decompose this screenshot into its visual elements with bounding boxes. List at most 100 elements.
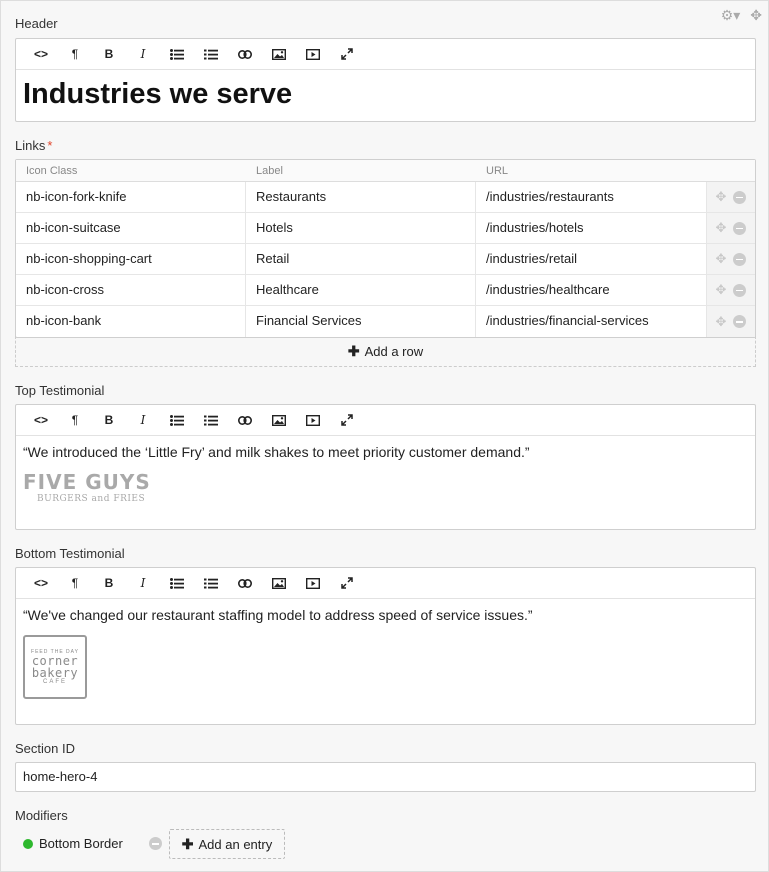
links-label: Links xyxy=(15,138,46,153)
cell-icon-class[interactable]: nb-icon-shopping-cart xyxy=(16,244,246,274)
fullscreen-icon[interactable] xyxy=(330,409,364,431)
cell-icon-class[interactable]: nb-icon-fork-knife xyxy=(16,182,246,212)
paragraph-icon[interactable]: ¶ xyxy=(58,572,92,594)
bottom-testimonial-quote[interactable]: “We've changed our restaurant staffing m… xyxy=(23,607,748,623)
top-testimonial-field-label: Top Testimonial xyxy=(15,383,105,398)
top-testimonial-editor[interactable]: <> ¶ B I “We introduced the ‘Little Fry’ an… xyxy=(15,404,756,530)
italic-icon[interactable]: I xyxy=(126,572,160,594)
cell-icon-class[interactable]: nb-icon-bank xyxy=(16,306,246,337)
bold-icon[interactable]: B xyxy=(92,43,126,65)
header-editor[interactable]: <> ¶ B I Industries we serve xyxy=(15,38,756,122)
links-table: Icon Class Label URL nb-icon-fork-knife R… xyxy=(15,159,756,338)
plus-icon: ✚ xyxy=(181,835,194,852)
table-row: nb-icon-fork-knife Restaurants/industries… xyxy=(16,182,755,213)
bottom-testimonial-editor[interactable]: <> ¶ B I “We've changed our restaurant staf… xyxy=(15,567,756,725)
add-entry-label: Add an entry xyxy=(198,836,273,852)
cell-label[interactable]: Financial Services xyxy=(246,306,476,337)
cell-url[interactable]: /industries/restaurants xyxy=(476,182,707,212)
modifier-entry: Bottom Border xyxy=(23,836,162,851)
code-icon[interactable]: <> xyxy=(24,572,58,594)
column-header-label: Label xyxy=(256,165,283,177)
row-controls: ✥ xyxy=(707,306,755,337)
fullscreen-icon[interactable] xyxy=(330,572,364,594)
video-icon[interactable] xyxy=(296,43,330,65)
cell-label[interactable]: Healthcare xyxy=(246,275,476,305)
remove-row-icon[interactable] xyxy=(733,221,747,235)
form-panel: ⚙▾ ✥ Header <> ¶ B I Industries we serve Li… xyxy=(0,0,769,872)
link-icon[interactable] xyxy=(228,409,262,431)
video-icon[interactable] xyxy=(296,572,330,594)
drag-handle-icon[interactable]: ✥ xyxy=(716,251,727,267)
bullet-list-icon[interactable] xyxy=(160,572,194,594)
cell-url[interactable]: /industries/retail xyxy=(476,244,707,274)
cell-url[interactable]: /industries/healthcare xyxy=(476,275,707,305)
remove-row-icon[interactable] xyxy=(733,252,747,266)
header-editor-toolbar: <> ¶ B I xyxy=(16,39,755,70)
links-table-header: Icon Class Label URL xyxy=(16,160,755,182)
image-icon[interactable] xyxy=(262,572,296,594)
five-guys-logo: FIVE GUYS BURGERS and FRIES xyxy=(23,470,151,504)
column-header-url: URL xyxy=(486,165,509,177)
bold-icon[interactable]: B xyxy=(92,409,126,431)
bottom-testimonial-toolbar: <> ¶ B I xyxy=(16,568,755,599)
remove-entry-icon[interactable] xyxy=(148,837,162,850)
bullet-list-icon[interactable] xyxy=(160,409,194,431)
cell-label[interactable]: Restaurants xyxy=(246,182,476,212)
header-text[interactable]: Industries we serve xyxy=(23,78,748,111)
section-id-field-label: Section ID xyxy=(15,741,75,756)
row-controls: ✥ xyxy=(707,213,755,243)
cell-label[interactable]: Hotels xyxy=(246,213,476,243)
remove-row-icon[interactable] xyxy=(733,315,747,328)
corner-bakery-logo: FEED THE DAY corner bakery CAFE xyxy=(23,635,87,699)
numbered-list-icon[interactable] xyxy=(194,409,228,431)
link-icon[interactable] xyxy=(228,43,262,65)
remove-row-icon[interactable] xyxy=(733,190,747,204)
drag-handle-icon[interactable]: ✥ xyxy=(716,282,727,298)
italic-icon[interactable]: I xyxy=(126,409,160,431)
section-id-input[interactable]: home-hero-4 xyxy=(15,762,756,792)
cell-label[interactable]: Retail xyxy=(246,244,476,274)
bottom-testimonial-field-label: Bottom Testimonial xyxy=(15,546,125,561)
add-row-button[interactable]: ✚ Add a row xyxy=(15,336,756,367)
cell-url[interactable]: /industries/financial-services xyxy=(476,306,707,337)
cell-url[interactable]: /industries/hotels xyxy=(476,213,707,243)
table-row: nb-icon-cross Healthcare/industries/healt… xyxy=(16,275,755,306)
image-icon[interactable] xyxy=(262,409,296,431)
link-icon[interactable] xyxy=(228,572,262,594)
table-row: nb-icon-shopping-cart Retail/industries/r… xyxy=(16,244,755,275)
column-header-icon-class: Icon Class xyxy=(26,165,78,177)
remove-row-icon[interactable] xyxy=(733,283,747,297)
paragraph-icon[interactable]: ¶ xyxy=(58,409,92,431)
drag-handle-icon[interactable]: ✥ xyxy=(716,189,727,205)
code-icon[interactable]: <> xyxy=(24,43,58,65)
fullscreen-icon[interactable] xyxy=(330,43,364,65)
video-icon[interactable] xyxy=(296,409,330,431)
code-icon[interactable]: <> xyxy=(24,409,58,431)
add-row-label: Add a row xyxy=(364,343,424,359)
row-controls: ✥ xyxy=(707,182,755,212)
top-testimonial-toolbar: <> ¶ B I xyxy=(16,405,755,436)
status-dot-icon xyxy=(23,838,33,849)
cell-icon-class[interactable]: nb-icon-cross xyxy=(16,275,246,305)
table-row: nb-icon-suitcase Hotels/industries/hotels… xyxy=(16,213,755,244)
cell-icon-class[interactable]: nb-icon-suitcase xyxy=(16,213,246,243)
links-field-label: Links * xyxy=(15,138,52,153)
paragraph-icon[interactable]: ¶ xyxy=(58,43,92,65)
required-marker: * xyxy=(47,138,53,153)
top-testimonial-quote[interactable]: “We introduced the ‘Little Fry’ and milk… xyxy=(23,444,748,460)
drag-handle-icon[interactable]: ✥ xyxy=(716,314,727,330)
bullet-list-icon[interactable] xyxy=(160,43,194,65)
numbered-list-icon[interactable] xyxy=(194,43,228,65)
bold-icon[interactable]: B xyxy=(92,572,126,594)
move-handle-icon[interactable]: ✥ xyxy=(750,7,762,24)
add-entry-button[interactable]: ✚ Add an entry xyxy=(169,829,285,859)
table-row: nb-icon-bank Financial Services/industrie… xyxy=(16,306,755,337)
corner-tools: ⚙▾ ✥ xyxy=(721,7,762,24)
header-field-label: Header xyxy=(15,16,58,31)
modifiers-field-label: Modifiers xyxy=(15,808,68,823)
image-icon[interactable] xyxy=(262,43,296,65)
numbered-list-icon[interactable] xyxy=(194,572,228,594)
italic-icon[interactable]: I xyxy=(126,43,160,65)
settings-gear-icon[interactable]: ⚙▾ xyxy=(721,7,741,24)
drag-handle-icon[interactable]: ✥ xyxy=(716,220,727,236)
